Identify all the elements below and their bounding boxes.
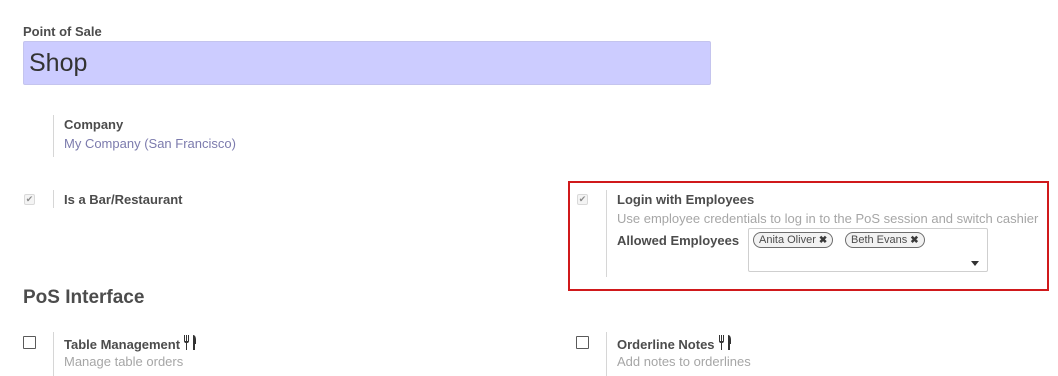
allowed-employees-field[interactable]: Anita Oliver ✖ Beth Evans ✖ <box>748 228 988 272</box>
pos-name-input[interactable]: Shop <box>23 41 711 85</box>
table-management-label-row: Table Management <box>64 335 199 352</box>
company-link[interactable]: My Company (San Francisco) <box>64 136 236 151</box>
orderline-notes-label-row: Orderline Notes <box>617 335 734 352</box>
bar-restaurant-checkbox[interactable]: ✔ <box>24 194 35 205</box>
divider <box>53 332 54 376</box>
point-of-sale-label: Point of Sale <box>23 24 102 39</box>
login-employees-checkbox[interactable]: ✔ <box>577 194 588 205</box>
orderline-notes-label: Orderline Notes <box>617 337 715 352</box>
remove-tag-icon[interactable]: ✖ <box>819 235 827 246</box>
allowed-employees-label: Allowed Employees <box>617 233 740 248</box>
employee-tag-label: Beth Evans <box>851 234 908 246</box>
table-management-label: Table Management <box>64 337 181 352</box>
cutlery-icon <box>718 335 731 350</box>
employee-tag: Anita Oliver ✖ <box>753 232 834 248</box>
divider <box>53 190 54 208</box>
cutlery-icon <box>184 335 197 350</box>
orderline-notes-description: Add notes to orderlines <box>617 354 751 369</box>
dropdown-caret-icon[interactable] <box>971 261 979 266</box>
pos-interface-title: PoS Interface <box>23 287 145 308</box>
login-employees-description: Use employee credentials to log in to th… <box>617 211 1039 226</box>
divider <box>606 190 607 277</box>
login-employees-label: Login with Employees <box>617 192 755 207</box>
divider <box>606 332 607 376</box>
company-label: Company <box>64 117 124 132</box>
orderline-notes-checkbox[interactable] <box>576 336 589 349</box>
remove-tag-icon[interactable]: ✖ <box>910 235 918 246</box>
employee-tag: Beth Evans ✖ <box>845 232 925 248</box>
employee-tag-label: Anita Oliver <box>759 234 816 246</box>
table-management-description: Manage table orders <box>64 354 184 369</box>
divider <box>53 115 54 157</box>
table-management-checkbox[interactable] <box>23 336 36 349</box>
bar-restaurant-label: Is a Bar/Restaurant <box>64 192 183 207</box>
